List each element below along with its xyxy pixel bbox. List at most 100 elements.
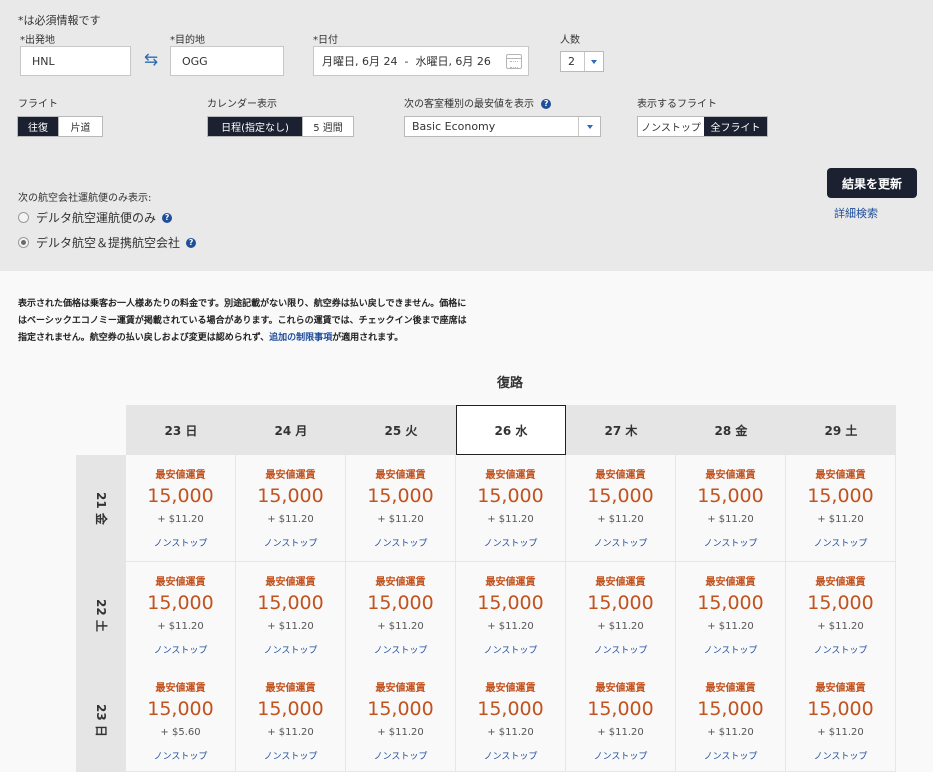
help-icon[interactable]: ? xyxy=(186,237,197,248)
fare-cell[interactable]: 最安値運賃 15,000 + $11.20 ノンストップ xyxy=(456,455,566,562)
stops-link[interactable]: ノンストップ xyxy=(126,643,235,656)
help-icon[interactable]: ? xyxy=(162,212,173,223)
swap-icon[interactable]: ⇆ xyxy=(142,52,160,69)
fare-cell[interactable]: 最安値運賃 15,000 + $11.20 ノンストップ xyxy=(676,668,786,772)
stops-link[interactable]: ノンストップ xyxy=(236,536,345,549)
return-day-header[interactable]: 29 土 xyxy=(786,405,896,455)
stops-link[interactable]: ノンストップ xyxy=(236,643,345,656)
update-results-button[interactable]: 結果を更新 xyxy=(827,168,917,198)
fare-cell[interactable]: 最安値運賃 15,000 + $11.20 ノンストップ xyxy=(566,668,676,772)
radio-button[interactable] xyxy=(18,212,29,223)
fare-type-label: 最安値運賃 xyxy=(705,470,756,481)
return-day-header[interactable]: 27 木 xyxy=(566,405,676,455)
stops-link[interactable]: ノンストップ xyxy=(566,749,675,762)
depart-day-header[interactable]: 22 土 xyxy=(76,562,126,669)
stops-link[interactable]: ノンストップ xyxy=(346,749,455,762)
fare-cell[interactable]: 最安値運賃 15,000 + $11.20 ノンストップ xyxy=(126,562,236,669)
stops-link[interactable]: ノンストップ xyxy=(456,536,565,549)
calendar-view-toggle: 日程(指定なし) 5 週間 xyxy=(207,116,354,137)
fare-price: 15,000 xyxy=(697,698,764,720)
fare-grid-row: 21 金最安値運賃 15,000 + $11.20 ノンストップ 最安値運賃 15,000… xyxy=(76,455,896,562)
fare-cell[interactable]: 最安値運賃 15,000 + $11.20 ノンストップ xyxy=(346,668,456,772)
fare-price: 15,000 xyxy=(147,698,214,720)
flight-type-label: フライト xyxy=(18,99,58,110)
additional-restrictions-link[interactable]: 追加の制限事項 xyxy=(269,333,332,343)
help-icon[interactable]: ? xyxy=(541,99,552,109)
nonstop-option[interactable]: ノンストップ xyxy=(638,117,704,136)
fare-cell[interactable]: 最安値運賃 15,000 + $11.20 ノンストップ xyxy=(236,668,346,772)
fare-tax: + $11.20 xyxy=(817,621,864,632)
passengers-select[interactable]: 2 xyxy=(560,51,604,72)
disclaimer-suffix: が適用されます。 xyxy=(332,333,404,343)
fare-cell[interactable]: 最安値運賃 15,000 + $11.20 ノンストップ xyxy=(566,562,676,669)
advanced-search-link[interactable]: 詳細検索 xyxy=(834,205,878,221)
stops-link[interactable]: ノンストップ xyxy=(786,643,895,656)
fare-tax: + $11.20 xyxy=(817,514,864,525)
radio-button[interactable] xyxy=(18,237,29,248)
return-day-header[interactable]: 23 日 xyxy=(126,405,236,455)
fare-cell[interactable]: 最安値運賃 15,000 + $11.20 ノンストップ xyxy=(566,455,676,562)
fare-cell[interactable]: 最安値運賃 15,000 + $11.20 ノンストップ xyxy=(346,562,456,669)
display-flights-label: 表示するフライト xyxy=(637,99,717,110)
stops-link[interactable]: ノンストップ xyxy=(676,643,785,656)
stops-link[interactable]: ノンストップ xyxy=(676,749,785,762)
chevron-down-icon xyxy=(578,117,600,136)
origin-label: *出発地 xyxy=(20,35,55,46)
stops-link[interactable]: ノンストップ xyxy=(786,749,895,762)
stops-link[interactable]: ノンストップ xyxy=(456,749,565,762)
depart-day-label: 23 日 xyxy=(93,703,108,737)
return-day-header[interactable]: 28 金 xyxy=(676,405,786,455)
calendar-icon[interactable] xyxy=(506,54,522,69)
depart-day-header[interactable]: 21 金 xyxy=(76,455,126,562)
fare-price: 15,000 xyxy=(367,698,434,720)
all-flights-option[interactable]: 全フライト xyxy=(704,117,767,136)
five-weeks-option[interactable]: 5 週間 xyxy=(302,117,353,136)
return-day-header-selected[interactable]: 26 水 xyxy=(456,405,566,455)
roundtrip-option[interactable]: 往復 xyxy=(18,117,58,136)
fare-cell[interactable]: 最安値運賃 15,000 + $11.20 ノンストップ xyxy=(786,455,896,562)
fare-cell[interactable]: 最安値運賃 15,000 + $11.20 ノンストップ xyxy=(236,455,346,562)
fare-cell[interactable]: 最安値運賃 15,000 + $11.20 ノンストップ xyxy=(236,562,346,669)
fare-cell[interactable]: 最安値運賃 15,000 + $11.20 ノンストップ xyxy=(346,455,456,562)
fare-cell[interactable]: 最安値運賃 15,000 + $11.20 ノンストップ xyxy=(676,562,786,669)
cabin-type-select[interactable]: Basic Economy xyxy=(404,116,601,137)
origin-field[interactable]: HNL xyxy=(20,46,131,76)
fare-cell[interactable]: 最安値運賃 15,000 + $11.20 ノンストップ xyxy=(786,668,896,772)
stops-link[interactable]: ノンストップ xyxy=(566,643,675,656)
stops-link[interactable]: ノンストップ xyxy=(786,536,895,549)
fare-price: 15,000 xyxy=(147,592,214,614)
fare-price: 15,000 xyxy=(587,592,654,614)
fare-cell[interactable]: 最安値運賃 15,000 + $11.20 ノンストップ xyxy=(456,668,566,772)
fare-cell[interactable]: 最安値運賃 15,000 + $11.20 ノンストップ xyxy=(456,562,566,669)
return-day-header[interactable]: 24 月 xyxy=(236,405,346,455)
oneway-option[interactable]: 片道 xyxy=(58,117,102,136)
fare-type-label: 最安値運賃 xyxy=(155,683,206,694)
fare-cell[interactable]: 最安値運賃 15,000 + $11.20 ノンストップ xyxy=(786,562,896,669)
destination-field[interactable]: OGG xyxy=(170,46,284,76)
passengers-label: 人数 xyxy=(560,35,580,46)
date-field[interactable]: 月曜日, 6月 24 - 水曜日, 6月 26 xyxy=(313,46,529,76)
fare-cell[interactable]: 最安値運賃 15,000 + $11.20 ノンストップ xyxy=(676,455,786,562)
stops-link[interactable]: ノンストップ xyxy=(346,643,455,656)
radio-delta-only[interactable]: デルタ航空運航便のみ ? xyxy=(18,209,173,226)
fare-tax: + $11.20 xyxy=(267,727,314,738)
stops-link[interactable]: ノンストップ xyxy=(456,643,565,656)
depart-day-header[interactable]: 23 日 xyxy=(76,668,126,772)
return-day-header[interactable]: 25 火 xyxy=(346,405,456,455)
radio-delta-partners-label: デルタ航空＆提携航空会社 xyxy=(36,236,181,250)
fare-cell[interactable]: 最安値運賃 15,000 + $11.20 ノンストップ xyxy=(126,455,236,562)
flexible-dates-option[interactable]: 日程(指定なし) xyxy=(208,117,302,136)
stops-link[interactable]: ノンストップ xyxy=(236,749,345,762)
stops-link[interactable]: ノンストップ xyxy=(676,536,785,549)
stops-link[interactable]: ノンストップ xyxy=(126,536,235,549)
fare-type-label: 最安値運賃 xyxy=(595,577,646,588)
fare-price: 15,000 xyxy=(477,698,544,720)
fare-type-label: 最安値運賃 xyxy=(265,470,316,481)
stops-link[interactable]: ノンストップ xyxy=(126,749,235,762)
stops-link[interactable]: ノンストップ xyxy=(566,536,675,549)
fare-cell[interactable]: 最安値運賃 15,000 + $5.60 ノンストップ xyxy=(126,668,236,772)
stops-link[interactable]: ノンストップ xyxy=(346,536,455,549)
fare-type-label: 最安値運賃 xyxy=(595,470,646,481)
fare-tax: + $11.20 xyxy=(157,514,204,525)
radio-delta-partners[interactable]: デルタ航空＆提携航空会社 ? xyxy=(18,234,197,251)
